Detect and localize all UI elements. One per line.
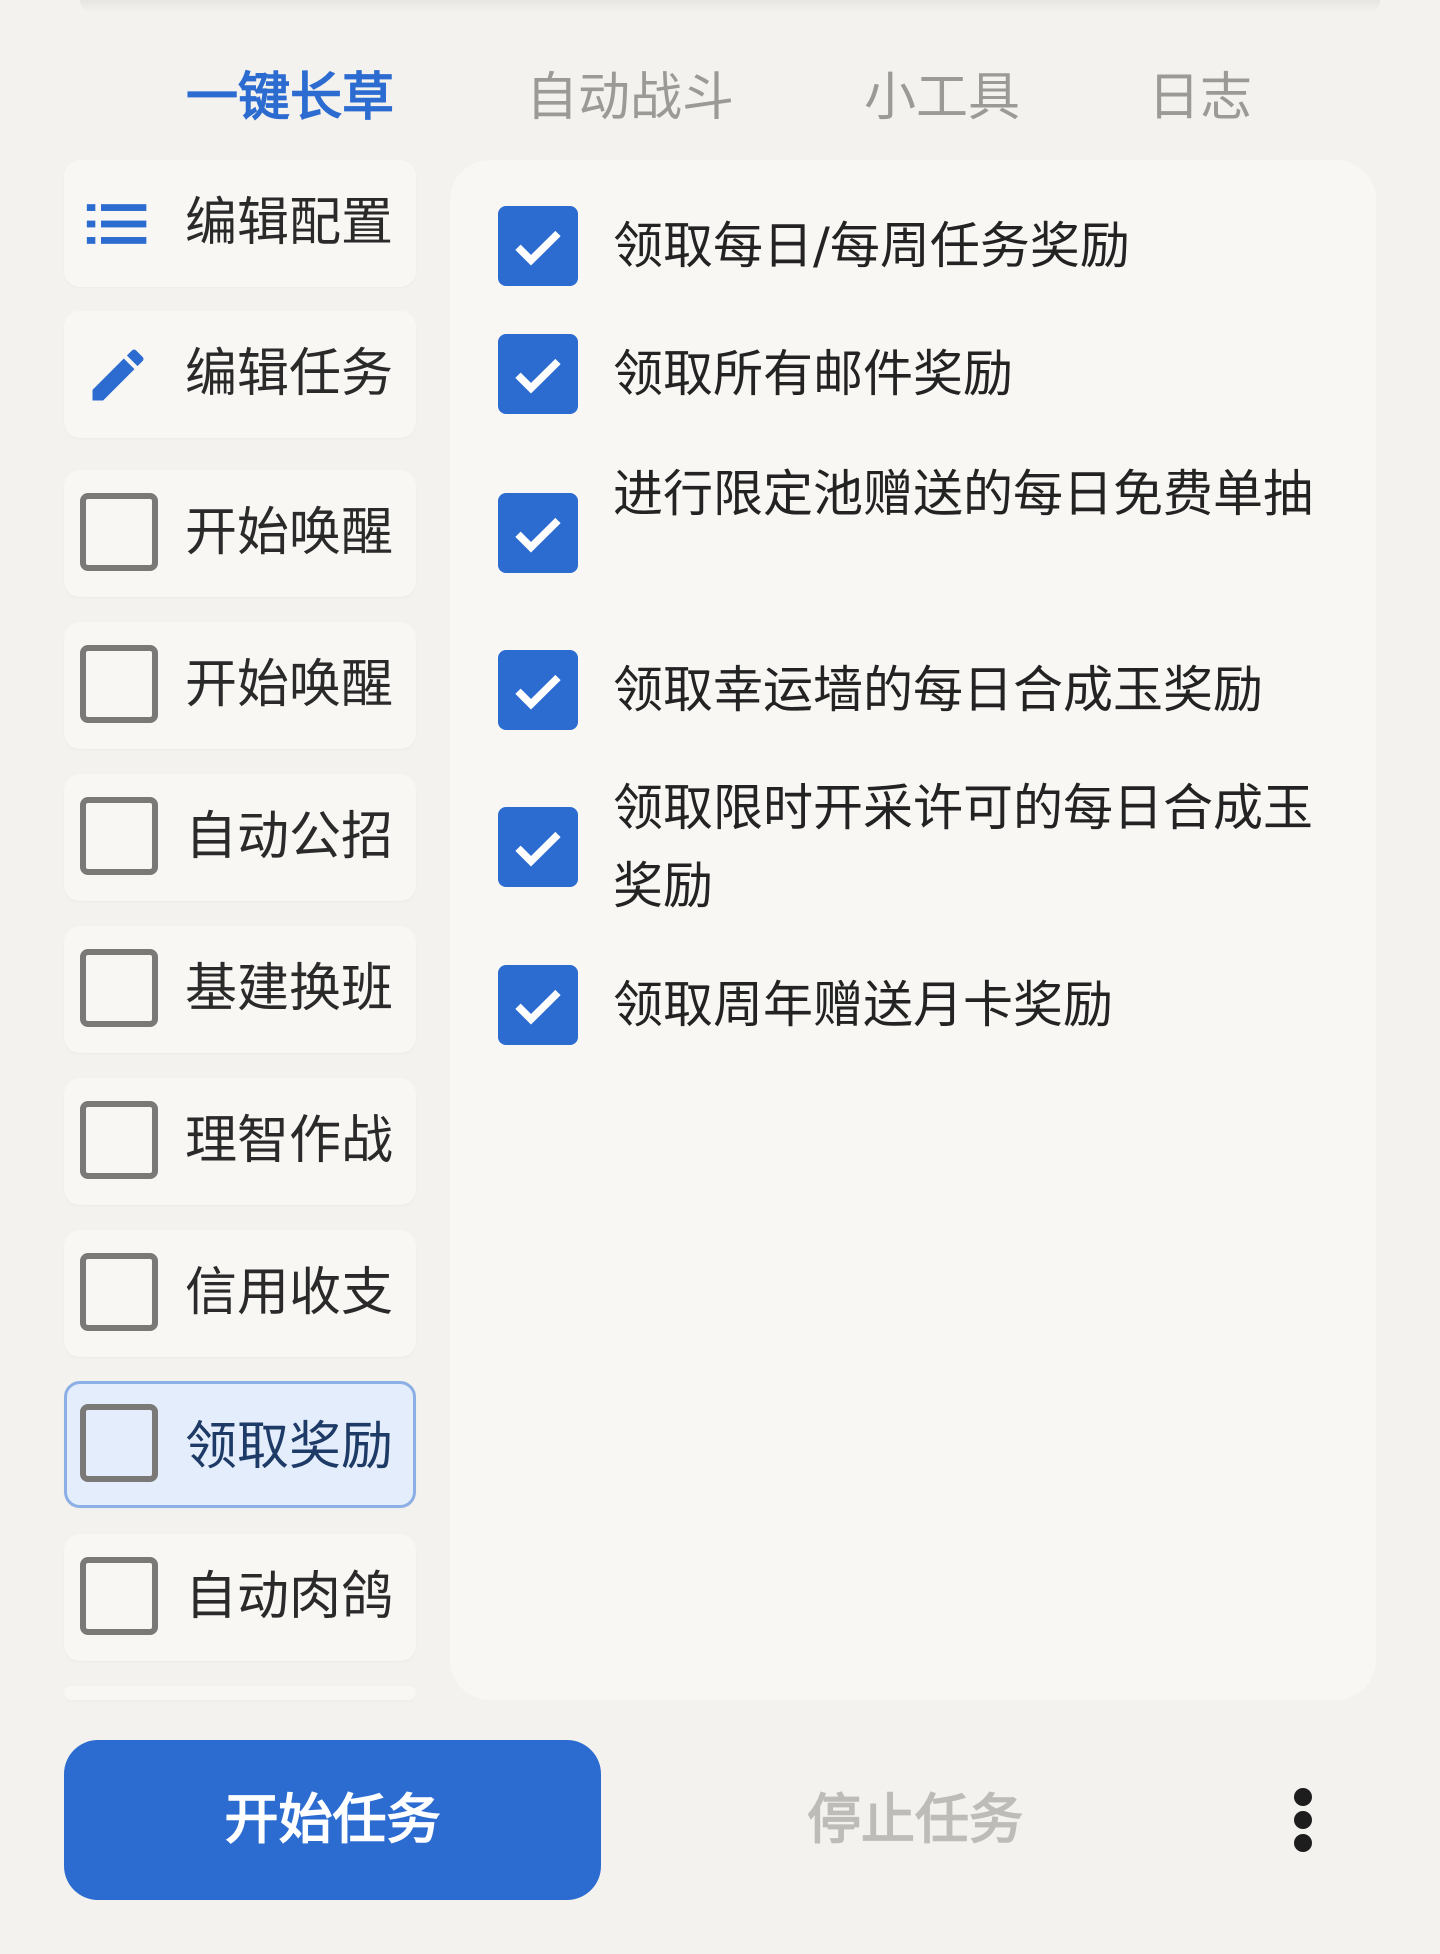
option-free-pull[interactable]: 进行限定池赠送的每日免费单抽 xyxy=(498,455,1338,611)
task-label: 基建换班 xyxy=(185,959,394,1019)
option-label: 领取每日/每周任务奖励 xyxy=(613,217,1130,275)
top-shade xyxy=(80,0,1380,12)
task-item-wakeup-1[interactable]: 开始唤醒 xyxy=(64,470,416,597)
option-checkbox[interactable] xyxy=(498,334,578,414)
option-checkbox[interactable] xyxy=(498,493,578,573)
task-checkbox[interactable] xyxy=(80,1557,158,1635)
stop-task-button[interactable]: 停止任务 xyxy=(790,1760,1040,1880)
edit-tasks-label: 编辑任务 xyxy=(185,344,394,404)
option-mining-permit[interactable]: 领取限时开采许可的每日合成玉奖励 xyxy=(498,769,1338,925)
reward-options-panel: 领取每日/每周任务奖励 领取所有邮件奖励 进行限定池赠送的每日免费单抽 领取幸运… xyxy=(450,160,1376,1700)
task-item-rewards[interactable]: 领取奖励 xyxy=(64,1381,416,1508)
task-item-combat[interactable]: 理智作战 xyxy=(64,1078,416,1205)
tab-one-key[interactable]: 一键长草 xyxy=(186,58,394,138)
start-task-button[interactable]: 开始任务 xyxy=(64,1740,601,1900)
option-label: 领取限时开采许可的每日合成玉奖励 xyxy=(613,779,1313,915)
task-checkbox[interactable] xyxy=(80,797,158,875)
option-label: 领取周年赠送月卡奖励 xyxy=(613,976,1113,1034)
task-label: 领取奖励 xyxy=(185,1417,394,1477)
task-item-partial xyxy=(64,1686,416,1700)
option-checkbox[interactable] xyxy=(498,807,578,887)
tab-log[interactable]: 日志 xyxy=(1148,58,1252,138)
option-checkbox[interactable] xyxy=(498,965,578,1045)
tab-tools[interactable]: 小工具 xyxy=(864,58,1020,138)
task-item-wakeup-2[interactable]: 开始唤醒 xyxy=(64,622,416,749)
task-label: 信用收支 xyxy=(185,1263,394,1323)
task-checkbox[interactable] xyxy=(80,949,158,1027)
check-icon xyxy=(515,358,561,394)
list-icon xyxy=(86,204,147,244)
task-checkbox[interactable] xyxy=(80,493,158,571)
check-icon xyxy=(515,831,561,867)
option-label: 进行限定池赠送的每日免费单抽 xyxy=(613,465,1313,523)
task-item-roguelike[interactable]: 自动肉鸽 xyxy=(64,1534,416,1661)
task-label: 开始唤醒 xyxy=(185,655,394,715)
more-vertical-icon[interactable] xyxy=(1282,1780,1326,1860)
task-label: 自动公招 xyxy=(185,807,394,867)
edit-config-button[interactable]: 编辑配置 xyxy=(64,160,416,287)
option-mail[interactable]: 领取所有邮件奖励 xyxy=(498,334,1338,414)
task-checkbox[interactable] xyxy=(80,645,158,723)
task-item-credit[interactable]: 信用收支 xyxy=(64,1230,416,1357)
dot xyxy=(1294,1788,1312,1806)
option-label: 领取所有邮件奖励 xyxy=(613,345,1013,403)
check-icon xyxy=(515,230,561,266)
check-icon xyxy=(515,674,561,710)
option-anniversary-card[interactable]: 领取周年赠送月卡奖励 xyxy=(498,965,1338,1045)
pencil-icon xyxy=(92,349,144,401)
check-icon xyxy=(515,517,561,553)
option-daily-weekly[interactable]: 领取每日/每周任务奖励 xyxy=(498,206,1338,286)
option-checkbox[interactable] xyxy=(498,650,578,730)
edit-tasks-button[interactable]: 编辑任务 xyxy=(64,311,416,438)
edit-config-label: 编辑配置 xyxy=(185,193,394,253)
task-checkbox[interactable] xyxy=(80,1404,158,1482)
dot xyxy=(1294,1811,1312,1829)
task-checkbox[interactable] xyxy=(80,1101,158,1179)
task-label: 开始唤醒 xyxy=(185,503,394,563)
check-icon xyxy=(515,989,561,1025)
task-item-recruit[interactable]: 自动公招 xyxy=(64,774,416,901)
option-checkbox[interactable] xyxy=(498,206,578,286)
task-label: 理智作战 xyxy=(185,1111,394,1171)
task-checkbox[interactable] xyxy=(80,1253,158,1331)
task-label: 自动肉鸽 xyxy=(185,1567,394,1627)
tab-auto-battle[interactable]: 自动战斗 xyxy=(526,58,734,138)
option-lucky-wall[interactable]: 领取幸运墙的每日合成玉奖励 xyxy=(498,650,1338,730)
dot xyxy=(1294,1834,1312,1852)
option-label: 领取幸运墙的每日合成玉奖励 xyxy=(613,661,1263,719)
task-item-infrastructure[interactable]: 基建换班 xyxy=(64,926,416,1053)
